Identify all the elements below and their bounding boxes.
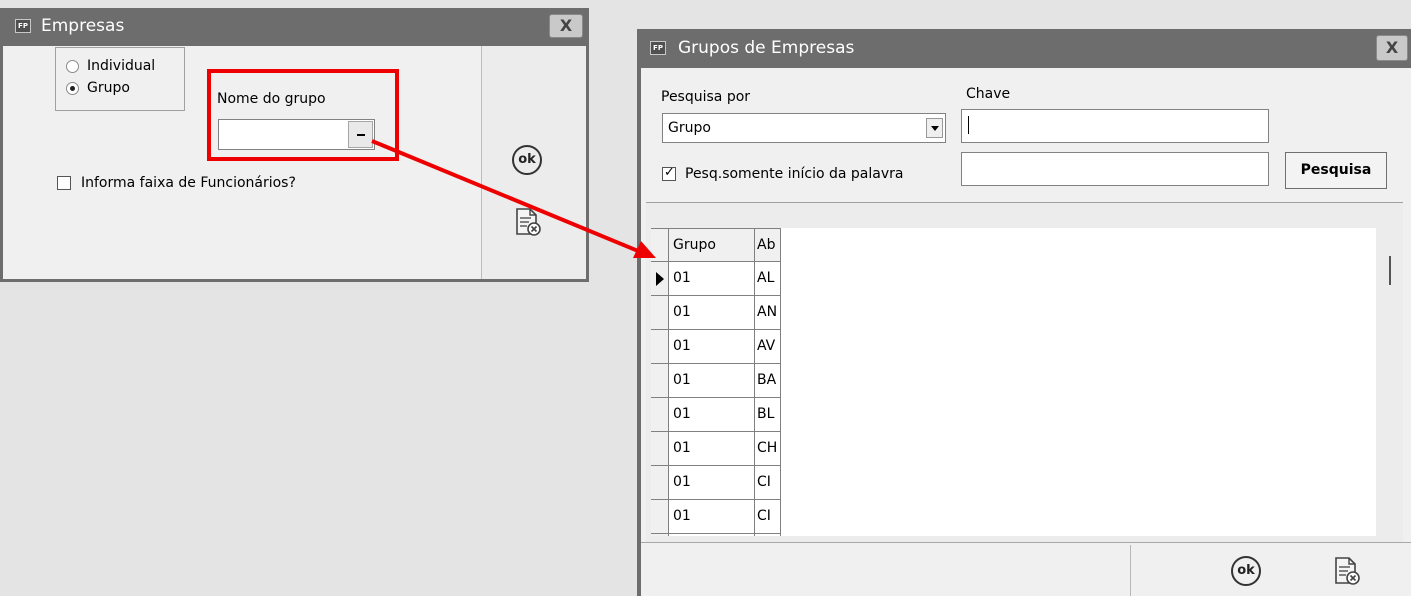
cell-ab[interactable]: CN xyxy=(755,534,781,536)
radio-grupo[interactable]: Grupo xyxy=(66,80,130,96)
cell-grupo[interactable]: 01 xyxy=(669,432,755,466)
pesquisa-por-value: Grupo xyxy=(668,120,711,136)
pesq-inicio-checkbox[interactable] xyxy=(662,165,676,181)
grupos-cancel-icon[interactable] xyxy=(1333,556,1361,586)
row-indicator[interactable] xyxy=(651,296,669,330)
pesq-inicio-option[interactable]: Pesq.somente início da palavra xyxy=(662,165,904,182)
cell-grupo[interactable]: 01 xyxy=(669,466,755,500)
cell-ab[interactable]: AN xyxy=(755,296,781,330)
cell-ab[interactable]: CI xyxy=(755,466,781,500)
table-row[interactable]: 01 CI xyxy=(651,466,781,500)
pesquisa-por-dropdown-button[interactable] xyxy=(926,118,943,138)
grupos-ok-button[interactable]: ok xyxy=(1231,556,1261,586)
empresas-title-bar[interactable]: FP Empresas X xyxy=(3,8,586,46)
row-indicator[interactable] xyxy=(651,534,669,536)
table-row[interactable]: 01 BA xyxy=(651,364,781,398)
table-row[interactable]: 01 CI xyxy=(651,500,781,534)
grid-header-row: Grupo Ab xyxy=(651,228,781,262)
column-header-ab[interactable]: Ab xyxy=(755,228,781,262)
table-row[interactable]: 01 AV xyxy=(651,330,781,364)
radio-grupo-label: Grupo xyxy=(87,80,130,96)
faixa-funcionarios-option[interactable]: Informa faixa de Funcionários? xyxy=(57,175,296,191)
empresas-cancel-icon[interactable] xyxy=(514,207,542,237)
table-row[interactable]: 01 AN xyxy=(651,296,781,330)
empresas-title: Empresas xyxy=(41,16,125,36)
cell-ab[interactable]: AV xyxy=(755,330,781,364)
grupos-grid[interactable]: Grupo Ab 01 AL 01 AN 01 AV 01 BA 01 BL 01 CH 01 CI 01 C… xyxy=(651,228,1376,536)
fp-app-icon: FP xyxy=(15,19,31,33)
grid-header-indicator xyxy=(651,228,669,262)
cell-ab[interactable]: AL xyxy=(755,262,781,296)
fp-app-icon: FP xyxy=(650,41,666,55)
footer-divider xyxy=(1130,545,1131,596)
cell-grupo[interactable]: 01 xyxy=(669,296,755,330)
pesquisa-por-label: Pesquisa por xyxy=(661,89,751,105)
row-indicator[interactable] xyxy=(651,398,669,432)
radio-individual-label: Individual xyxy=(87,58,156,74)
table-row[interactable]: 01 AL xyxy=(651,262,781,296)
faixa-funcionarios-label: Informa faixa de Funcionários? xyxy=(81,175,296,191)
radio-grupo-circle[interactable] xyxy=(66,81,79,95)
cell-grupo[interactable]: 01 xyxy=(669,364,755,398)
current-row-pointer-icon xyxy=(656,272,664,286)
cell-grupo[interactable]: 01 xyxy=(669,398,755,432)
highlight-box xyxy=(207,69,399,161)
text-cursor xyxy=(968,116,969,134)
cell-grupo[interactable]: 01 xyxy=(669,262,755,296)
row-indicator[interactable] xyxy=(651,432,669,466)
cell-grupo[interactable]: 01 xyxy=(669,500,755,534)
radio-individual-circle[interactable] xyxy=(66,59,79,73)
tipo-group-box: Individual Grupo xyxy=(55,47,185,111)
scrollbar-thumb[interactable] xyxy=(1389,256,1391,285)
search-value-input[interactable] xyxy=(961,152,1269,186)
row-indicator[interactable] xyxy=(651,364,669,398)
cell-ab[interactable]: CI xyxy=(755,500,781,534)
chave-label: Chave xyxy=(966,86,1011,102)
table-row[interactable]: 01CN xyxy=(651,534,781,536)
cell-ab[interactable]: CH xyxy=(755,432,781,466)
faixa-funcionarios-checkbox[interactable] xyxy=(57,176,71,190)
cell-ab[interactable]: BL xyxy=(755,398,781,432)
empresas-close-button[interactable]: X xyxy=(549,14,583,38)
radio-individual[interactable]: Individual xyxy=(66,58,155,74)
column-header-grupo[interactable]: Grupo xyxy=(669,228,755,262)
pesquisa-button[interactable]: Pesquisa xyxy=(1285,152,1387,189)
row-indicator[interactable] xyxy=(651,466,669,500)
chave-input[interactable] xyxy=(961,109,1269,143)
cell-grupo[interactable]: 01 xyxy=(669,330,755,364)
row-indicator[interactable] xyxy=(651,262,669,296)
cell-ab[interactable]: BA xyxy=(755,364,781,398)
table-row[interactable]: 01 CH xyxy=(651,432,781,466)
grupos-title: Grupos de Empresas xyxy=(678,38,855,58)
pesq-inicio-label: Pesq.somente início da palavra xyxy=(685,166,904,182)
cell-grupo[interactable]: 01 xyxy=(669,534,755,536)
footer-separator xyxy=(641,542,1411,543)
grupos-title-bar[interactable]: FP Grupos de Empresas X xyxy=(641,29,1411,68)
grupos-close-button[interactable]: X xyxy=(1376,35,1408,61)
table-row[interactable]: 01 BL xyxy=(651,398,781,432)
row-indicator[interactable] xyxy=(651,500,669,534)
pesquisa-por-select[interactable]: Grupo xyxy=(662,113,946,143)
row-indicator[interactable] xyxy=(651,330,669,364)
empresas-ok-button[interactable]: ok xyxy=(512,145,542,175)
